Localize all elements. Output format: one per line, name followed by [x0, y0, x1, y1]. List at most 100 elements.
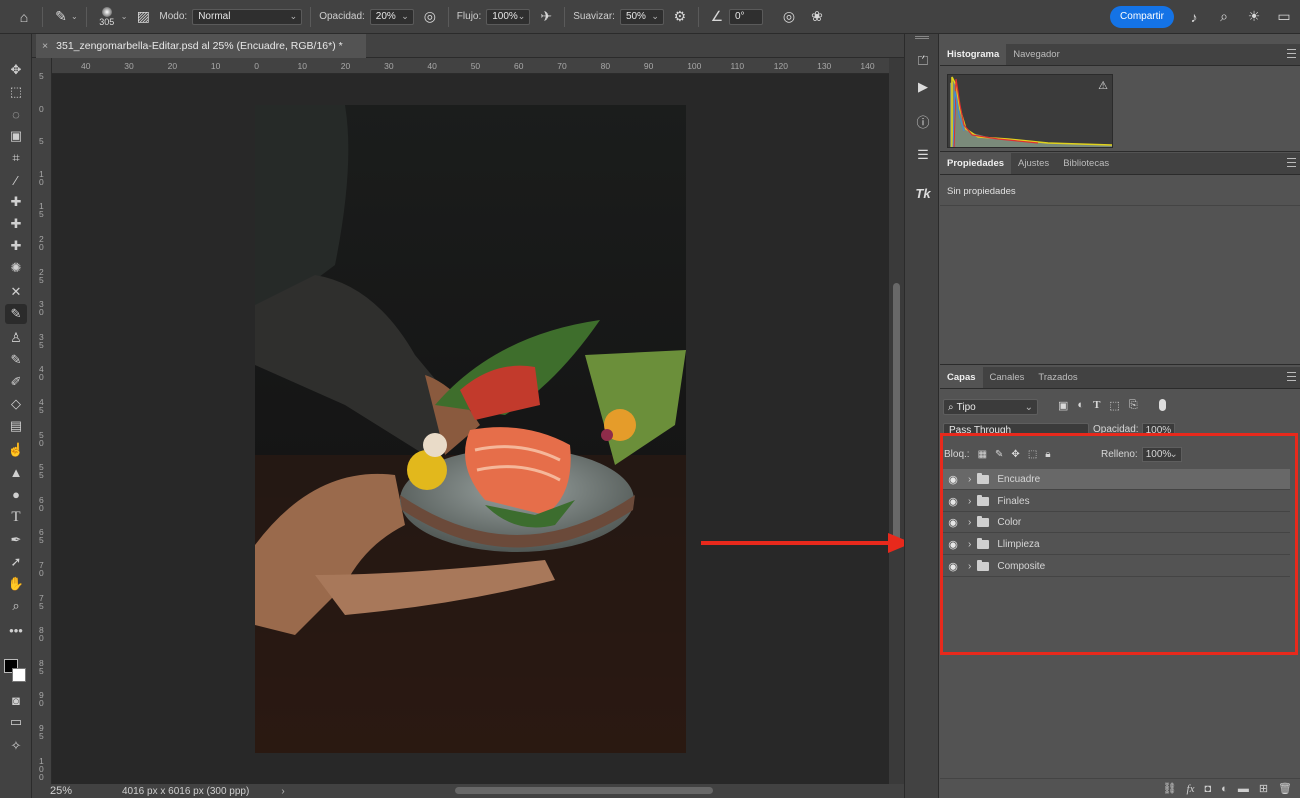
smart-object-filter-icon[interactable]: ⎘ — [1129, 399, 1138, 412]
ruler-tick-label: 5 — [39, 71, 44, 81]
tab-channels[interactable]: Canales — [983, 366, 1032, 388]
tab-properties[interactable]: Propiedades — [940, 152, 1012, 174]
dodge-tool-icon[interactable]: ● — [5, 484, 27, 504]
smoothing-input[interactable]: 50% ⌄ — [619, 8, 664, 25]
adjustment-layer-icon[interactable]: ◐ — [1221, 783, 1228, 795]
type-tool-icon[interactable]: T — [5, 507, 27, 527]
content-aware-move-icon[interactable]: ✕ — [5, 282, 27, 302]
close-icon[interactable]: × — [42, 40, 48, 52]
spot-healing-tool-icon[interactable]: ✚ — [5, 192, 27, 212]
flow-input[interactable]: 100% ⌄ — [486, 8, 531, 25]
mode-select[interactable]: Normal ⌄ — [192, 8, 303, 25]
airbrush-icon[interactable]: ✈ — [536, 7, 556, 27]
ruler-tick-label: 20 — [167, 61, 178, 71]
clone-stamp-tool-icon[interactable]: ♙ — [5, 328, 27, 348]
type-filter-icon[interactable]: T — [1093, 399, 1100, 412]
panel-menu-icon[interactable] — [1287, 372, 1296, 381]
chevron-right-icon[interactable]: › — [281, 786, 284, 797]
document-tab-bar: × 351_zengomarbella-Editar.psd al 25% (E… — [32, 34, 904, 58]
trash-icon[interactable]: 🗑︎ — [1278, 782, 1292, 795]
brush-tool-icon[interactable]: ✎ — [51, 7, 71, 27]
tab-histogram[interactable]: Histograma — [940, 43, 1007, 65]
history-brush-tool-icon[interactable]: ✎ — [5, 350, 27, 370]
layer-effects-icon[interactable]: fx — [1187, 783, 1195, 795]
shape-filter-icon[interactable]: ⬚ — [1109, 399, 1119, 412]
new-group-icon[interactable]: ▬ — [1238, 783, 1249, 795]
adjustment-filter-icon[interactable]: ◐ — [1077, 399, 1084, 412]
tab-libraries[interactable]: Bibliotecas — [1056, 152, 1116, 174]
pressure-size-icon[interactable]: ◎ — [779, 7, 799, 27]
link-layers-icon[interactable]: ⛓ — [1163, 782, 1177, 795]
crop-tool-icon[interactable]: ⌗ — [5, 148, 27, 168]
history-panel-icon[interactable]: ⏍ — [912, 50, 934, 72]
bell-icon[interactable]: ♪ — [1184, 7, 1204, 27]
smudge-tool-icon[interactable]: ☝ — [5, 440, 27, 460]
home-icon[interactable]: ⌂ — [14, 7, 34, 27]
gear-icon[interactable]: ⚙ — [670, 7, 690, 27]
eyedropper-tool-icon[interactable]: ⁄ — [5, 170, 27, 190]
eraser-tool-icon[interactable]: ◇ — [5, 394, 27, 414]
pixel-layer-filter-icon[interactable]: ▣ — [1058, 399, 1068, 412]
tk-plugin-icon[interactable]: Tk — [912, 182, 934, 204]
chevron-down-icon[interactable]: ⌄ — [121, 12, 128, 21]
zoom-level[interactable]: 25% — [32, 785, 88, 797]
hand-tool-icon[interactable]: ✋ — [5, 574, 27, 594]
pen-tool-icon[interactable]: ✒ — [5, 530, 27, 550]
chevron-down-icon[interactable]: ⌄ — [71, 12, 78, 21]
ruler-tick-label: 20 — [340, 61, 351, 71]
screen-mode-icon[interactable]: ▭ — [5, 712, 27, 732]
brush-preset-picker[interactable]: 305 — [95, 0, 119, 34]
discover-lightbulb-icon[interactable]: ☀ — [1244, 7, 1264, 27]
search-icon[interactable]: ⌕ — [1214, 7, 1234, 27]
marquee-tool-icon[interactable]: ⬚ — [5, 82, 27, 102]
more-tools-icon[interactable]: ••• — [5, 620, 27, 640]
add-mask-icon[interactable]: ◘ — [1205, 783, 1212, 795]
brush-tool-icon[interactable]: ✎ — [5, 304, 27, 324]
info-icon[interactable]: ⓘ — [912, 110, 934, 132]
document-image[interactable] — [255, 105, 686, 753]
vertical-ruler: 5 0 5 10 15 20 25 30 35 40 45 50 55 60 65 70 75 80 85 90 95 1… — [32, 58, 52, 784]
panel-menu-icon[interactable] — [1287, 49, 1296, 58]
symmetry-butterfly-icon[interactable]: ❀ — [807, 7, 827, 27]
sharpen-tool-icon[interactable]: ▲ — [5, 462, 27, 482]
quick-mask-icon[interactable]: ◙ — [5, 690, 27, 710]
tab-navigator[interactable]: Navegador — [1006, 43, 1066, 65]
clone-source-icon[interactable]: ☰ — [912, 144, 934, 166]
ruler-tick-label: 30 — [39, 299, 44, 318]
no-properties-text: Sin propiedades — [940, 175, 1300, 206]
opacity-input[interactable]: 20% ⌄ — [369, 8, 414, 25]
zoom-tool-icon[interactable]: ⌕ — [5, 596, 27, 616]
patch-tool-icon[interactable]: ✚ — [5, 236, 27, 256]
generative-fill-icon[interactable]: ✧ — [5, 736, 27, 756]
warning-icon[interactable]: ⚠ — [1098, 79, 1108, 92]
share-button[interactable]: Compartir — [1110, 5, 1174, 28]
mixer-brush-tool-icon[interactable]: ✐ — [5, 372, 27, 392]
histogram-graph: ⚠ — [947, 74, 1113, 148]
pressure-opacity-icon[interactable]: ◎ — [420, 7, 440, 27]
workspace-icon[interactable]: ▭ — [1274, 7, 1294, 27]
object-selection-tool-icon[interactable]: ▣ — [5, 126, 27, 146]
lasso-tool-icon[interactable]: ◌ — [5, 104, 27, 124]
angle-input[interactable]: 0° — [728, 8, 763, 25]
healing-brush-tool-icon[interactable]: ✚ — [5, 214, 27, 234]
properties-panel: Propiedades Ajustes Bibliotecas Sin prop… — [940, 152, 1300, 365]
brush-settings-icon[interactable]: ▨ — [133, 7, 153, 27]
layer-filter-select[interactable]: ⌕ Tipo ⌄ — [943, 399, 1038, 415]
background-color-swatch[interactable] — [12, 668, 26, 682]
ruler-tick-label: 0 — [39, 103, 44, 114]
panel-menu-icon[interactable] — [1287, 158, 1296, 167]
vertical-scrollbar[interactable] — [889, 58, 904, 784]
path-selection-tool-icon[interactable]: ➚ — [5, 552, 27, 572]
horizontal-scrollbar-thumb[interactable] — [455, 787, 713, 794]
actions-play-icon[interactable]: ▶ — [912, 76, 934, 98]
document-tab[interactable]: × 351_zengomarbella-Editar.psd al 25% (E… — [36, 34, 366, 58]
remove-tool-icon[interactable]: ✺ — [5, 258, 27, 278]
tab-paths[interactable]: Trazados — [1031, 366, 1084, 388]
filter-toggle-icon[interactable] — [1158, 399, 1166, 411]
move-tool-icon[interactable]: ✥ — [5, 60, 27, 80]
gradient-tool-icon[interactable]: ▤ — [5, 416, 27, 436]
tab-layers[interactable]: Capas — [940, 366, 983, 388]
scrollbar-thumb[interactable] — [893, 283, 900, 543]
new-layer-icon[interactable]: ⊞ — [1259, 782, 1268, 795]
tab-adjustments[interactable]: Ajustes — [1011, 152, 1056, 174]
